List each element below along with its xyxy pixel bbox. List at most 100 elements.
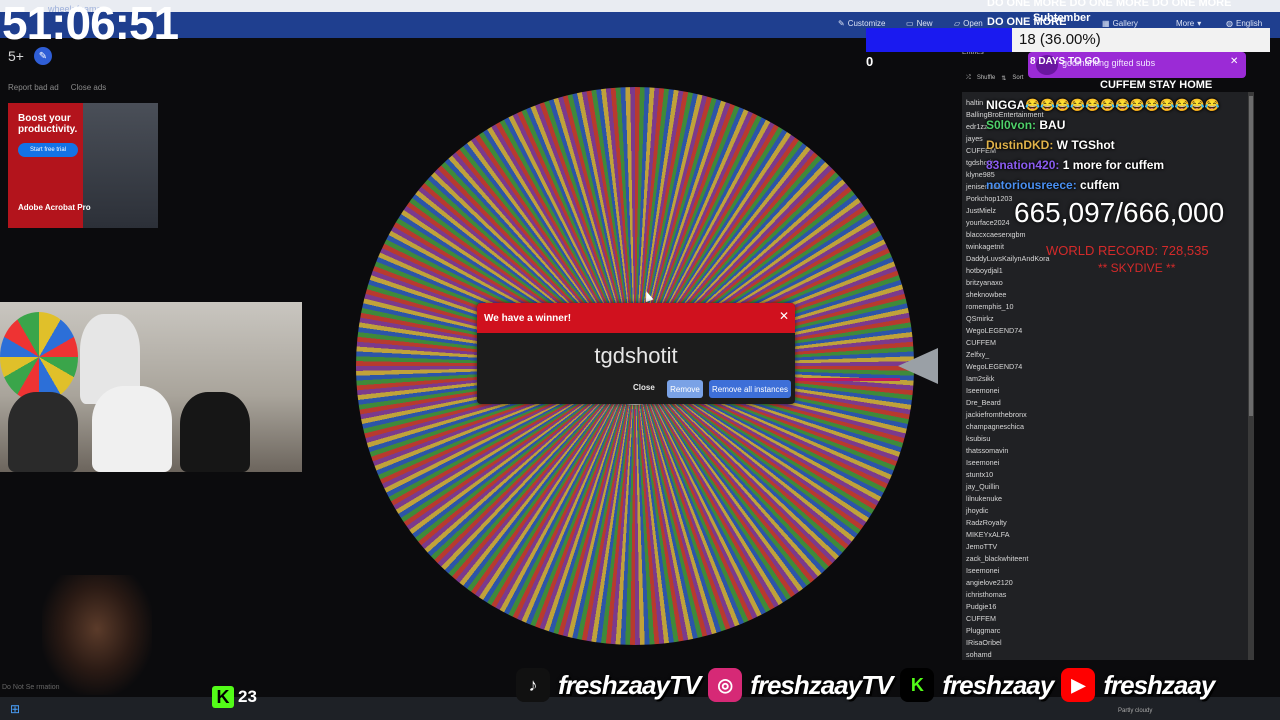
winner-name: tgdshotit xyxy=(594,343,678,368)
folder-icon: ▱ xyxy=(954,19,961,28)
shuffle-button[interactable]: Shuffle xyxy=(977,75,996,81)
sort-icon: ⇅ xyxy=(1001,75,1007,82)
remove-all-button[interactable]: Remove all instances xyxy=(709,380,791,398)
entry-item: IRisaOribel xyxy=(966,638,1002,647)
chat-message: S0l0von: BAU xyxy=(986,115,1256,135)
person xyxy=(92,386,172,472)
new-button[interactable]: ▭ New xyxy=(906,19,933,28)
palette-icon: ✎ xyxy=(838,19,845,28)
ad-brand: Adobe Acrobat Pro xyxy=(18,203,91,212)
entry-item: Iam2sikk xyxy=(966,374,995,383)
entry-item: RadzRoyalty xyxy=(966,518,1007,527)
sub-counter: 665,097/666,000 xyxy=(1014,197,1225,228)
entry-item: CUFFEM xyxy=(966,614,996,623)
globe-icon: ◍ xyxy=(1226,19,1233,28)
world-record: WORLD RECORD: 728,535 xyxy=(1046,243,1209,258)
remove-button[interactable]: Remove xyxy=(667,380,703,398)
entry-item: jhoydic xyxy=(966,506,989,515)
winner-dialog: We have a winner! ✕ tgdshotit Close Remo… xyxy=(477,303,795,404)
entry-item: zack_blackwhiteent xyxy=(966,554,1029,563)
entry-item: blaccxcaeserxgbm xyxy=(966,230,1026,239)
entry-item: ichristhomas xyxy=(966,590,1007,599)
chat-text: NIGGA😂😂😂😂😂😂😂😂😂😂😂😂😂 xyxy=(986,98,1220,112)
entry-item: sheknowbee xyxy=(966,290,1007,299)
entry-item: QSmirkz xyxy=(966,314,994,323)
instagram-icon: ◎ xyxy=(708,668,743,702)
chat-text: 1 more for cuffem xyxy=(1062,158,1165,172)
kick-logo-icon: K xyxy=(212,686,234,708)
entry-item: sohamd xyxy=(966,650,992,659)
entry-item: Iseemonei xyxy=(966,566,1000,575)
close-ads-link[interactable]: Close ads xyxy=(71,83,107,92)
kick-icon: K xyxy=(900,668,935,702)
ad-links: Report bad ad Close ads xyxy=(8,83,106,92)
close-button[interactable]: Close xyxy=(633,383,655,392)
entry-item: Pudgie16 xyxy=(966,602,997,611)
entry-item: ksubisu xyxy=(966,434,991,443)
entry-item: angielove2120 xyxy=(966,578,1013,587)
social-handle: freshzaay xyxy=(1103,669,1215,700)
chevron-down-icon: ▾ xyxy=(1197,19,1202,28)
entry-item: lilnukenuke xyxy=(966,494,1002,503)
stream-timer: 51:06:51 xyxy=(2,0,179,49)
shuffle-icon: ⤮ xyxy=(966,74,971,81)
kick-viewer-count: 23 xyxy=(238,687,257,706)
tiktok-icon: ♪ xyxy=(516,668,550,702)
person xyxy=(8,392,78,472)
windows-start-icon[interactable]: ⊞ xyxy=(10,702,20,716)
sub-goal-text: 18 (36.00%) xyxy=(1019,31,1101,48)
entry-item: stuntx10 xyxy=(966,470,994,479)
entry-item: MIKEYxALFA xyxy=(966,530,1010,539)
social-handle: freshzaay xyxy=(942,669,1054,700)
edit-button[interactable]: ✎ xyxy=(34,47,52,65)
youtube-icon: ▶ xyxy=(1061,668,1096,702)
report-ad-link[interactable]: Report bad ad xyxy=(8,83,59,92)
chat-username: S0l0von: xyxy=(986,118,1040,132)
more-button[interactable]: More ▾ xyxy=(1176,19,1201,28)
chat-message: NIGGA😂😂😂😂😂😂😂😂😂😂😂😂😂 xyxy=(986,95,1256,115)
chat-message: notoriousreece: cuffem xyxy=(986,175,1256,195)
chat-username: DustinDKD: xyxy=(986,138,1057,152)
gallery-icon: ▦ xyxy=(1102,19,1110,28)
open-button[interactable]: ▱ Open xyxy=(954,19,983,28)
entry-item: CUFFEM xyxy=(966,338,996,347)
entry-item: Zelfxy_ xyxy=(966,350,990,359)
entry-item: WegoLEGEND74 xyxy=(966,326,1023,335)
prize-wheel-prop xyxy=(0,312,78,402)
chat-message: 83nation420: 1 more for cuffem xyxy=(986,155,1256,175)
entry-item: champagneschica xyxy=(966,422,1024,431)
chat-message: DustinDKD: W TGShot xyxy=(986,135,1256,155)
entry-item: jackiefromthebronx xyxy=(966,410,1027,419)
record-holder: ** SKYDIVE ** xyxy=(1098,261,1176,275)
chat-overlay: NIGGA😂😂😂😂😂😂😂😂😂😂😂😂😂 S0l0von: BAU DustinDKD:… xyxy=(986,95,1256,195)
age-badge: 5+ xyxy=(8,48,24,64)
social-handle: freshzaayTV xyxy=(558,669,701,700)
weather-text: Partly cloudy xyxy=(1118,708,1153,714)
entry-item: Pluggmarc xyxy=(966,626,1001,635)
close-icon[interactable]: ✕ xyxy=(779,309,789,323)
close-icon[interactable]: ✕ xyxy=(1230,56,1238,67)
entry-item: JemoTTV xyxy=(966,542,998,551)
marquee-text: DO ONE MORE DO ONE MORE DO ONE MORE xyxy=(987,0,1232,9)
dialog-title: We have a winner! xyxy=(484,313,572,324)
sort-button[interactable]: Sort xyxy=(1012,75,1023,81)
social-handles: ♪ freshzaayTV ◎ freshzaayTV Kfreshzaay ▶ fresh… xyxy=(516,662,1276,708)
entry-item: thatssomavin xyxy=(966,446,1009,455)
streamer-webcam xyxy=(42,575,152,695)
ad-cta-button[interactable]: Start free trial xyxy=(18,143,78,157)
entry-item: Iseemonei xyxy=(966,386,1000,395)
entry-item: Dre_Beard xyxy=(966,398,1001,407)
subtember-title: Subtember xyxy=(1033,12,1091,24)
person xyxy=(180,392,250,472)
language-button[interactable]: ◍ English xyxy=(1226,19,1262,28)
gallery-button[interactable]: ▦ Gallery xyxy=(1102,19,1138,28)
customize-button[interactable]: ✎ Customize xyxy=(838,19,886,28)
winning-segment xyxy=(780,378,900,381)
entry-item: jay_Quillin xyxy=(966,482,1000,491)
ad-photo xyxy=(83,103,158,228)
chat-username: 83nation420: xyxy=(986,158,1063,172)
entry-item: britzyanaxo xyxy=(966,278,1003,287)
chat-text: cuffem xyxy=(1080,178,1120,192)
entry-item: hotboydjal1 xyxy=(966,266,1003,275)
advertisement[interactable]: Boost your productivity. Start free tria… xyxy=(8,103,158,228)
